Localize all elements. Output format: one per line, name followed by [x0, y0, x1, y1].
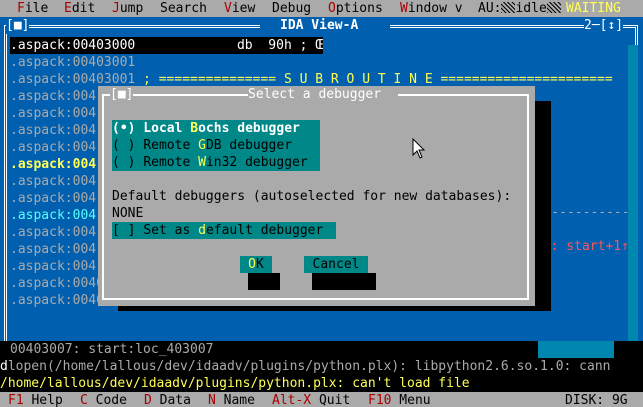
- ok-button-shadow: [248, 273, 280, 290]
- line-address: .aspack:004: [10, 157, 97, 172]
- line-address: .aspack:00403001: [10, 72, 136, 87]
- radio-local-bochs[interactable]: (•) Local Bochs debugger: [112, 120, 320, 137]
- disassembly-line[interactable]: .aspack:004: [10, 207, 96, 224]
- line-address: .aspack:004: [10, 259, 97, 274]
- disassembly-line[interactable]: .aspack:004: [10, 122, 96, 139]
- dialog-close-button[interactable]: [■]: [110, 86, 134, 103]
- disassembly-line[interactable]: .aspack:004: [10, 88, 96, 105]
- default-debuggers-value: NONE: [112, 206, 144, 221]
- disk-space: DISK: 9G: [565, 393, 628, 407]
- line-address: .aspack:004: [10, 242, 97, 257]
- line-address: .aspack:00403000: [10, 38, 136, 53]
- hint-quit[interactable]: Alt-X Quit: [272, 392, 350, 407]
- hint-name[interactable]: N Name: [208, 392, 255, 407]
- line-address: .aspack:00403001: [10, 55, 136, 70]
- line-address: .aspack:004: [10, 106, 97, 121]
- autoanalysis-status: AU: idle: [478, 0, 561, 17]
- disassembly-line[interactable]: .aspack:004: [10, 241, 96, 258]
- output-line-1: dlopen(/home/lallous/dev/idaadv/plugins/…: [0, 358, 643, 375]
- menu-jump[interactable]: Jump: [112, 0, 143, 17]
- radio-remote-gdb[interactable]: ( ) Remote GDB debugger: [112, 137, 320, 154]
- output-line-2: /home/lallous/dev/idaadv/plugins/python.…: [0, 375, 643, 392]
- line-text: ; =============== S U B R O U T I N E ==…: [135, 72, 613, 87]
- menu-window[interactable]: Window v: [400, 0, 463, 17]
- set-default-checkbox[interactable]: [ ] Set as default debugger: [112, 222, 336, 239]
- line-address: .aspack:004: [10, 140, 97, 155]
- default-debuggers-label: Default debuggers (autoselected for new …: [112, 189, 512, 204]
- hint-bar: F1 Help C Code D Data N Name Alt-X Quit …: [0, 392, 643, 407]
- vertical-scrollbar[interactable]: [628, 45, 638, 341]
- disassembly-line[interactable]: .aspack:00403001: [10, 54, 135, 71]
- disassembly-line[interactable]: .aspack:004: [10, 224, 96, 241]
- menu-search[interactable]: Search: [160, 0, 207, 17]
- disassembly-line[interactable]: .aspack:004: [10, 139, 96, 156]
- horizontal-scrollbar[interactable]: [538, 341, 614, 358]
- disassembly-line[interactable]: .aspack:004: [10, 105, 96, 122]
- hint-code[interactable]: C Code: [80, 392, 127, 407]
- progress-hatch-icon: [546, 2, 561, 13]
- disassembly-line[interactable]: .aspack:004: [10, 258, 96, 275]
- menu-edit[interactable]: Edit: [64, 0, 95, 17]
- dialog-title: Select a debugger: [248, 87, 382, 102]
- menu-file[interactable]: File: [17, 0, 48, 17]
- window-zoom-button[interactable]: 2─[↕]: [584, 17, 624, 34]
- menu-view[interactable]: View: [224, 0, 255, 17]
- line-address: .aspack:004: [10, 225, 97, 240]
- line-address: .aspack:004: [10, 174, 97, 189]
- mouse-cursor-icon: [412, 138, 426, 159]
- line-text: db 90h ; Œ: [135, 38, 324, 53]
- disassembly-line[interactable]: .aspack:004: [10, 173, 96, 190]
- hint-menu[interactable]: F10 Menu: [368, 392, 431, 407]
- status-waiting: WAITING: [566, 1, 621, 16]
- disassembly-line[interactable]: .aspack:004: [10, 190, 96, 207]
- disassembly-line[interactable]: .aspack:004: [10, 156, 96, 173]
- radio-remote-win32[interactable]: ( ) Remote Win32 debugger: [112, 154, 320, 171]
- menu-bar: File Edit Jump Search View Debug Options…: [0, 0, 643, 17]
- hint-help[interactable]: F1 Help: [8, 392, 63, 407]
- disassembly-line[interactable]: .aspack:00403000 db 90h ; Œ: [10, 37, 324, 54]
- window-title: IDA View-A: [280, 18, 359, 33]
- menu-debug[interactable]: Debug: [272, 0, 311, 17]
- line-address: .aspack:004: [10, 208, 97, 223]
- menu-options[interactable]: Options: [328, 0, 383, 17]
- select-debugger-dialog: [■] Select a debugger (•) Local Bochs de…: [98, 86, 535, 306]
- line-address: .aspack:004: [10, 89, 97, 104]
- cancel-button-shadow: [312, 273, 376, 290]
- progress-hatch-icon: [501, 2, 516, 13]
- window-close-button[interactable]: [■]: [6, 17, 30, 34]
- line-address: .aspack:00403: [10, 276, 112, 291]
- cancel-button[interactable]: Cancel: [304, 256, 368, 273]
- ok-button[interactable]: OK: [240, 256, 272, 273]
- line-address: .aspack:004: [10, 191, 97, 206]
- line-address: .aspack:004: [10, 123, 97, 138]
- hint-data[interactable]: D Data: [144, 392, 191, 407]
